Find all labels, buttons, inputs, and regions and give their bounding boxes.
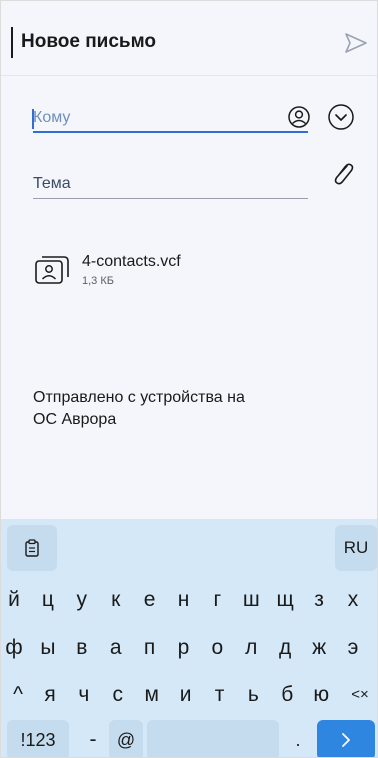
virtual-keyboard: RU йцукенгшщзх фывапролджэ ^ <× ячсмитьб… (1, 519, 377, 757)
key-ь[interactable]: ь (240, 672, 266, 718)
keyboard-row-1: йцукенгшщзх (1, 577, 377, 623)
contact-person-icon (288, 106, 310, 128)
backspace-key[interactable]: <× (344, 672, 376, 718)
signature-line-2: ОС Аврора (33, 411, 117, 428)
key-г[interactable]: г (204, 577, 230, 623)
attach-button[interactable] (327, 159, 357, 189)
key-х[interactable]: х (340, 577, 366, 623)
key-я[interactable]: я (37, 672, 63, 718)
key-л[interactable]: л (238, 625, 264, 671)
key-у[interactable]: у (69, 577, 95, 623)
language-switch-button[interactable]: RU (335, 525, 377, 571)
enter-key[interactable] (317, 720, 375, 757)
attachment-item[interactable]: 4-contacts.vcf 1,3 КБ (34, 249, 294, 295)
key-ы[interactable]: ы (35, 625, 61, 671)
key-а[interactable]: а (103, 625, 129, 671)
to-placeholder: Кому (33, 109, 71, 126)
enter-arrow-icon (342, 733, 350, 747)
message-body[interactable]: Отправлено с устройства на ОС Аврора (33, 387, 333, 431)
subject-field[interactable]: Тема (33, 167, 308, 199)
key-ф[interactable]: ф (1, 625, 27, 671)
contact-card-icon (35, 256, 69, 284)
key-ц[interactable]: ц (35, 577, 61, 623)
attachment-size: 1,3 КБ (82, 275, 114, 287)
key-р[interactable]: р (171, 625, 197, 671)
signature-line-1: Отправлено с устройства на (33, 389, 245, 406)
header-divider (1, 75, 377, 76)
key-ю[interactable]: ю (308, 672, 334, 718)
key-з[interactable]: з (306, 577, 332, 623)
key-е[interactable]: е (137, 577, 163, 623)
send-button[interactable] (341, 28, 371, 58)
clipboard-icon (25, 539, 39, 557)
attachment-name: 4-contacts.vcf (82, 253, 181, 270)
key-д[interactable]: д (272, 625, 298, 671)
to-field[interactable]: Кому (32, 101, 308, 133)
key-п[interactable]: п (137, 625, 163, 671)
expand-recipients-button[interactable] (326, 102, 356, 132)
space-key[interactable] (147, 720, 279, 757)
keyboard-row-2: фывапролджэ (1, 625, 377, 671)
keyboard-row-4: !123 - @ . (1, 720, 377, 757)
to-underline (33, 131, 308, 133)
key-э[interactable]: э (340, 625, 366, 671)
send-arrow-icon (345, 33, 367, 53)
header: Новое письмо (1, 1, 377, 79)
at-key[interactable]: @ (109, 720, 143, 757)
key-ж[interactable]: ж (306, 625, 332, 671)
key-к[interactable]: к (103, 577, 129, 623)
compose-screen: Новое письмо Кому Тема 4-contacts.vcf 1,… (0, 0, 378, 758)
paperclip-icon (334, 163, 354, 185)
key-ш[interactable]: ш (238, 577, 264, 623)
dot-key[interactable]: . (283, 720, 313, 757)
dash-key[interactable]: - (81, 720, 105, 757)
key-й[interactable]: й (1, 577, 27, 623)
key-о[interactable]: о (204, 625, 230, 671)
chevron-down-icon (328, 104, 354, 130)
key-м[interactable]: м (139, 672, 165, 718)
subject-underline (33, 198, 308, 199)
key-в[interactable]: в (69, 625, 95, 671)
add-contact-button[interactable] (284, 102, 314, 132)
clipboard-button[interactable] (7, 525, 57, 571)
subject-placeholder: Тема (33, 175, 71, 192)
key-и[interactable]: и (173, 672, 199, 718)
shift-key[interactable]: ^ (4, 672, 32, 718)
key-т[interactable]: т (207, 672, 233, 718)
numbers-key[interactable]: !123 (7, 720, 69, 757)
keyboard-toolbar: RU (1, 519, 377, 571)
key-ч[interactable]: ч (71, 672, 97, 718)
key-с[interactable]: с (105, 672, 131, 718)
key-щ[interactable]: щ (272, 577, 298, 623)
keyboard-row-3: ^ <× ячсмитьбю (1, 672, 377, 718)
key-б[interactable]: б (274, 672, 300, 718)
page-title: Новое письмо (21, 31, 157, 52)
header-accent-bar (11, 27, 13, 58)
key-н[interactable]: н (171, 577, 197, 623)
